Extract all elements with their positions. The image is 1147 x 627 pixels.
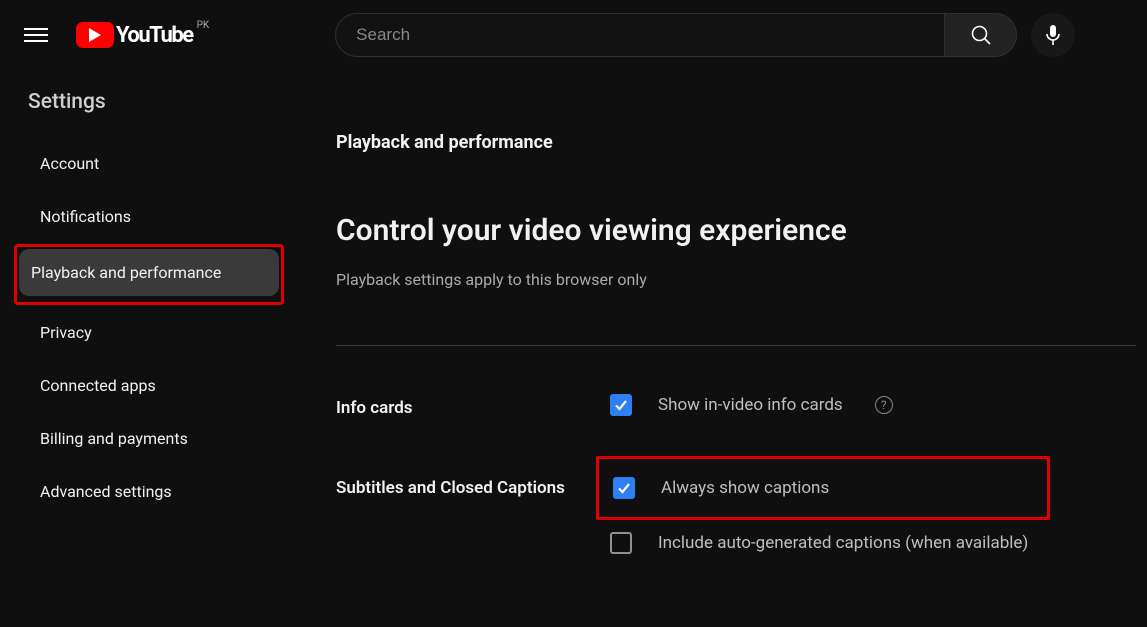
- sidebar: Settings Account Notifications Playback …: [0, 70, 300, 610]
- info-cards-label: Info cards: [336, 394, 610, 418]
- checkbox-auto-captions[interactable]: [610, 532, 632, 554]
- country-code: PK: [197, 20, 210, 31]
- search-wrap: [335, 13, 1075, 57]
- setting-info-cards: Info cards Show in-video info cards ?: [336, 394, 1147, 418]
- section-heading: Playback and performance: [336, 132, 1147, 153]
- help-icon[interactable]: ?: [875, 396, 893, 414]
- voice-search-button[interactable]: [1031, 13, 1075, 57]
- page-title: Control your video viewing experience: [336, 213, 1147, 248]
- logo-text: YouTube: [116, 23, 193, 48]
- menu-icon[interactable]: [24, 23, 48, 47]
- check-icon: [613, 397, 629, 413]
- page-subtitle: Playback settings apply to this browser …: [336, 270, 1147, 289]
- search-input[interactable]: [356, 25, 924, 45]
- logo[interactable]: YouTube PK: [76, 22, 209, 48]
- search-box[interactable]: [335, 13, 945, 57]
- check-icon: [616, 480, 632, 496]
- header: YouTube PK: [0, 0, 1147, 70]
- sidebar-item-account[interactable]: Account: [28, 140, 282, 187]
- divider: [336, 345, 1136, 346]
- sidebar-item-connected-apps[interactable]: Connected apps: [28, 362, 282, 409]
- sidebar-item-notifications[interactable]: Notifications: [28, 193, 282, 240]
- captions-label: Subtitles and Closed Captions: [336, 474, 610, 498]
- sidebar-item-advanced[interactable]: Advanced settings: [28, 468, 282, 515]
- search-button[interactable]: [945, 13, 1017, 57]
- option-text: Always show captions: [661, 478, 829, 498]
- highlight-playback: Playback and performance: [14, 244, 284, 305]
- checkbox-info-cards[interactable]: [610, 394, 632, 416]
- option-auto-captions: Include auto-generated captions (when av…: [610, 532, 1028, 554]
- option-text: Show in-video info cards: [658, 395, 843, 415]
- sidebar-item-playback[interactable]: Playback and performance: [19, 249, 279, 296]
- youtube-play-icon: [76, 22, 114, 48]
- sidebar-item-billing[interactable]: Billing and payments: [28, 415, 282, 462]
- option-show-info-cards: Show in-video info cards ?: [610, 394, 893, 416]
- option-text: Include auto-generated captions (when av…: [658, 533, 1028, 553]
- search-icon: [969, 23, 993, 47]
- setting-captions: Subtitles and Closed Captions Always sho…: [336, 474, 1147, 554]
- checkbox-always-captions[interactable]: [613, 477, 635, 499]
- main-content: Playback and performance Control your vi…: [300, 70, 1147, 610]
- sidebar-item-privacy[interactable]: Privacy: [28, 309, 282, 356]
- sidebar-title: Settings: [28, 90, 282, 114]
- microphone-icon: [1044, 24, 1062, 46]
- highlight-always-captions: Always show captions: [596, 456, 1050, 520]
